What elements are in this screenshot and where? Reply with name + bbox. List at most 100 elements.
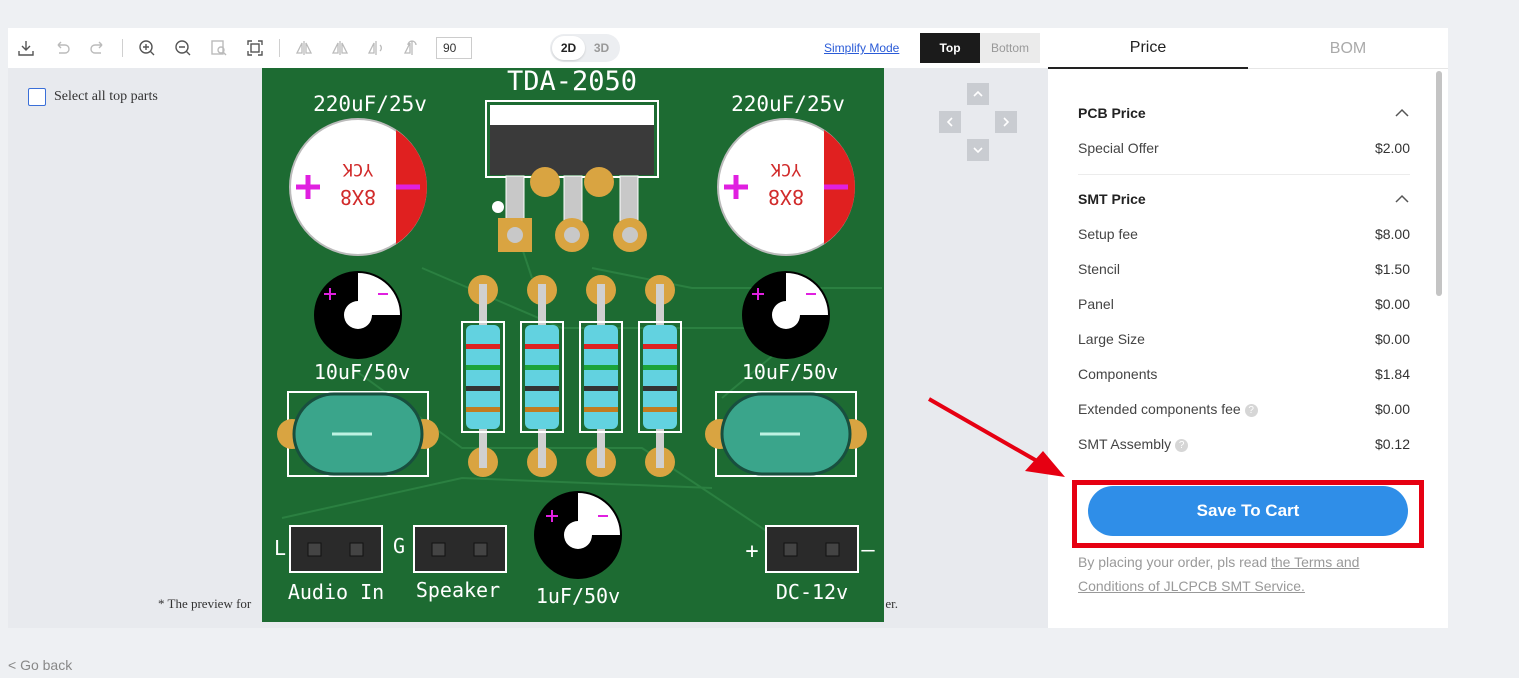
electrolytic-cap-left[interactable]: YCK 8X8 [289,118,427,256]
price-row-label: Panel [1078,296,1114,312]
terms-notice: By placing your order, pls read the Term… [1078,550,1378,598]
small-cap-right-label: 10uF/50v [742,360,838,384]
price-row-label: Components [1078,366,1158,382]
panel-tabs: Price BOM [1048,28,1448,69]
price-row: Extended components fee? $0.00 [1078,401,1410,417]
cap-right-mark-top: YCK [770,159,801,179]
rotate-right-icon[interactable] [394,28,430,68]
annotation-arrow-icon [928,397,1065,477]
flip-horizontal-icon[interactable] [286,28,322,68]
order-panel: Price BOM PCB Price Special Offer $2.00 … [1048,28,1448,628]
zoom-area-icon[interactable] [201,28,237,68]
zoom-in-icon[interactable] [129,28,165,68]
price-row-label: Large Size [1078,331,1145,347]
rotation-angle-input[interactable]: 90 [436,37,472,59]
price-row-value: $0.00 [1374,401,1410,417]
price-row-label: Special Offer [1078,140,1159,156]
preview-note-start: * The preview for [158,596,252,611]
price-row-value: $2.00 [1374,140,1410,156]
help-icon[interactable]: ? [1175,438,1189,452]
price-row: Special Offer $2.00 [1078,140,1410,156]
price-row: Panel $0.00 [1078,296,1410,312]
chevron-up-icon [973,90,983,97]
small-cap-bottom[interactable] [534,491,622,579]
board-side-toggle: Top Bottom [920,33,1040,63]
cap-left-label: 220uF/25v [313,92,427,116]
tab-bom[interactable]: BOM [1248,28,1448,69]
side-bottom-button[interactable]: Bottom [980,33,1040,63]
rotate-left-icon[interactable] [358,28,394,68]
pin-label-plus: + [745,539,758,564]
small-cap-left[interactable] [314,271,402,359]
chevron-up-icon[interactable] [1394,108,1410,118]
preview-note-end: er. [885,596,898,611]
chevron-down-icon [973,147,983,154]
price-row: Stencil $1.50 [1078,261,1410,277]
cap-right-mark-bottom: 8X8 [768,185,804,209]
editor-frame: 90 2D 3D Simplify Mode Top Bottom Select… [8,28,1448,628]
fit-view-icon[interactable] [237,28,273,68]
undo-icon[interactable] [44,28,80,68]
terms-prefix: By placing your order, pls read [1078,554,1271,570]
pin-label-g: G [393,534,405,558]
price-row: Large Size $0.00 [1078,331,1410,347]
price-row-label: SMT Assembly [1078,436,1172,452]
side-top-button[interactable]: Top [920,33,980,63]
small-cap-bottom-label: 1uF/50v [536,584,620,608]
price-row-value: $1.50 [1374,261,1410,277]
price-row: Setup fee $8.00 [1078,226,1410,242]
scrollbar-thumb[interactable] [1436,71,1442,296]
select-all-label: Select all top parts [54,89,158,104]
pan-down-button[interactable] [967,139,989,161]
view-2d-button[interactable]: 2D [552,36,585,60]
price-row-label: Stencil [1078,261,1121,277]
chevron-left-icon [946,117,953,127]
flip-vertical-icon[interactable] [322,28,358,68]
pin-label-l: L [274,536,286,560]
price-row-value: $0.12 [1374,436,1410,452]
pcb-viewer[interactable]: Select all top parts * The preview for e… [8,68,1048,628]
view-dimension-toggle: 2D 3D [550,34,620,62]
electrolytic-cap-right[interactable]: YCK 8X8 [717,118,855,256]
pan-right-button[interactable] [995,111,1017,133]
pcb-board-render[interactable]: TDA-2050 220uF/25v YCK 8X8 220uF/25v YCK… [262,68,884,622]
ic-tda2050[interactable] [485,100,659,252]
cap-left-mark-bottom: 8X8 [340,185,376,209]
view-3d-button[interactable]: 3D [585,36,618,60]
pcb-price-title: PCB Price [1078,105,1146,121]
price-row-value: $1.84 [1374,366,1410,382]
price-row-value: $0.00 [1374,296,1410,312]
select-all-top-parts[interactable]: Select all top parts [28,88,158,106]
price-row-value: $8.00 [1374,226,1410,242]
price-row-value: $0.00 [1374,331,1410,347]
price-row-label: Extended components fee [1078,401,1241,417]
cap-left-mark-top: YCK [342,159,373,179]
connector-speaker[interactable] [413,525,507,573]
save-to-cart-button[interactable]: Save To Cart [1088,486,1408,536]
toolbar-divider [279,39,280,57]
simplify-mode-link[interactable]: Simplify Mode [824,41,899,55]
pan-navigation-pad [938,83,1018,163]
small-cap-left-label: 10uF/50v [314,360,410,384]
chevron-up-icon[interactable] [1394,194,1410,204]
pan-up-button[interactable] [967,83,989,105]
pcb-price-header[interactable]: PCB Price [1078,105,1410,121]
go-back-link[interactable]: < Go back [8,657,72,673]
connector-audio-in[interactable] [289,525,383,573]
connector-dc-12v[interactable] [765,525,859,573]
price-breakdown[interactable]: PCB Price Special Offer $2.00 SMT Price … [1048,69,1448,477]
help-icon[interactable]: ? [1244,403,1258,417]
price-row: SMT Assembly? $0.12 [1078,436,1410,452]
tab-price[interactable]: Price [1048,28,1248,69]
small-cap-right[interactable] [742,271,830,359]
connector-speaker-label: Speaker [416,578,500,602]
price-row-label: Setup fee [1078,226,1138,242]
zoom-out-icon[interactable] [165,28,201,68]
select-all-checkbox[interactable] [28,88,46,106]
redo-icon[interactable] [80,28,116,68]
smt-price-title: SMT Price [1078,191,1146,207]
download-icon[interactable] [8,28,44,68]
chevron-right-icon [1003,117,1010,127]
pan-left-button[interactable] [939,111,961,133]
smt-price-header[interactable]: SMT Price [1078,191,1410,207]
